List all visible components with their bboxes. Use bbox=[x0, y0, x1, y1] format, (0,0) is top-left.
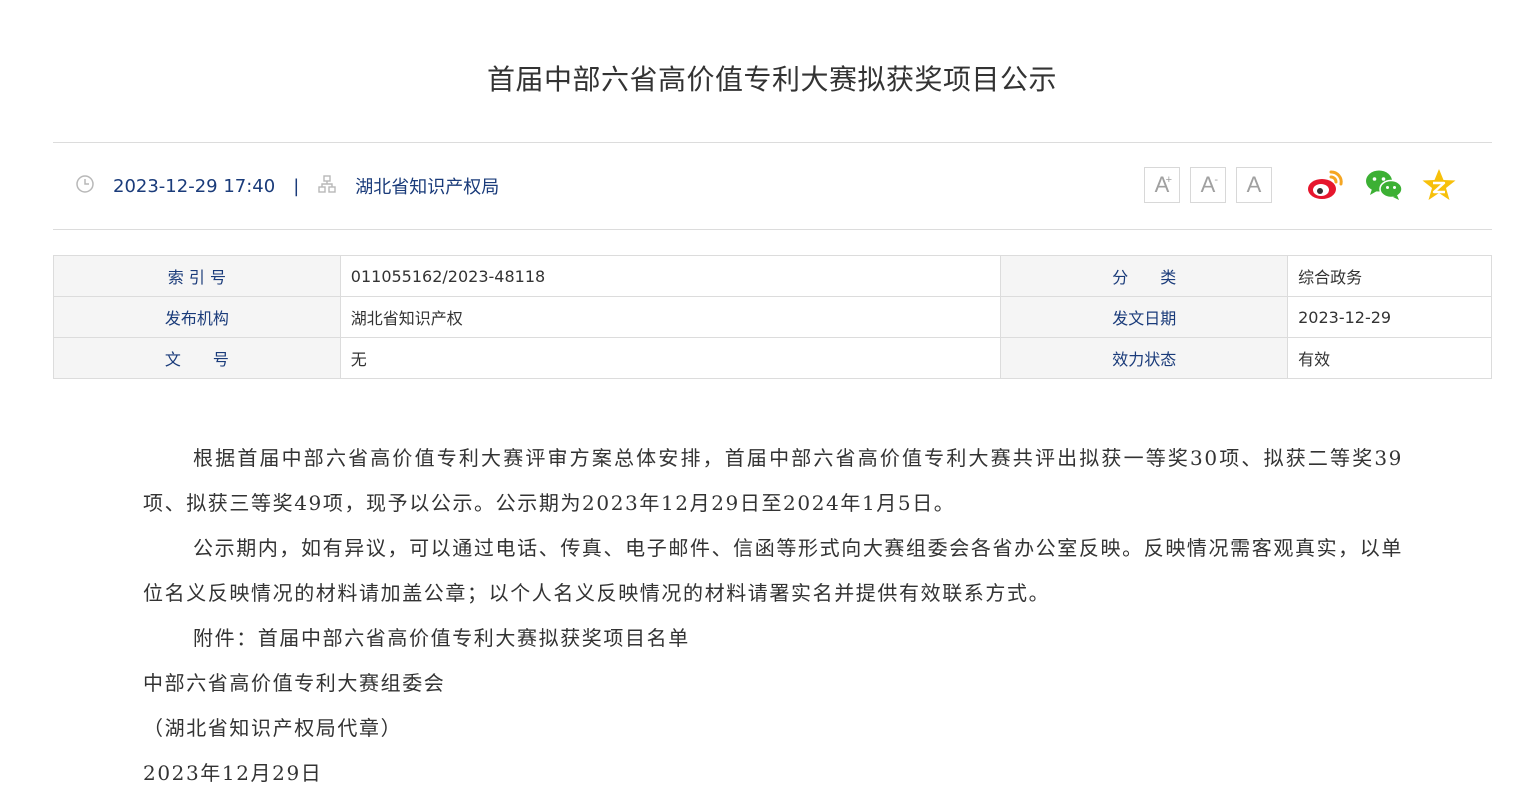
font-reset-label: A bbox=[1246, 172, 1262, 197]
weibo-icon bbox=[1305, 168, 1345, 206]
index-number-value: 011055162/2023-48118 bbox=[339, 255, 1002, 297]
body-paragraph: 公示期内，如有异议，可以通过电话、传真、电子邮件、信函等形式向大赛组委会各省办公… bbox=[143, 536, 1403, 605]
issue-date-label: 发文日期 bbox=[1000, 296, 1289, 338]
publish-source: 湖北省知识产权局 bbox=[355, 177, 500, 198]
category-label: 分 类 bbox=[1000, 255, 1289, 297]
table-row: 发布机构 湖北省知识产权 发文日期 2023-12-29 bbox=[53, 296, 1492, 338]
category-value: 综合政务 bbox=[1287, 255, 1492, 297]
signature-date: 2023年12月29日 bbox=[143, 761, 323, 785]
article-body: 根据首届中部六省高价值专利大赛评审方案总体安排，首届中部六省高价值专利大赛共评出… bbox=[143, 436, 1403, 796]
issuer-value: 湖北省知识产权 bbox=[339, 296, 1002, 338]
doc-number-label: 文 号 bbox=[53, 337, 341, 379]
weibo-share-button[interactable] bbox=[1305, 167, 1345, 207]
attachment-line: 附件：首届中部六省高价值专利大赛拟获奖项目名单 bbox=[193, 626, 690, 650]
font-increase-sup: + bbox=[1165, 174, 1172, 186]
clock-icon bbox=[75, 174, 95, 199]
meta-separator: | bbox=[293, 175, 300, 197]
qzone-share-button[interactable] bbox=[1419, 167, 1459, 207]
validity-value: 有效 bbox=[1287, 337, 1492, 379]
validity-label: 效力状态 bbox=[1000, 337, 1289, 379]
issuer-label: 发布机构 bbox=[53, 296, 341, 338]
signature-note: （湖北省知识产权局代章） bbox=[143, 716, 403, 740]
font-decrease-label: A bbox=[1200, 172, 1216, 197]
signature-org: 中部六省高价值专利大赛组委会 bbox=[143, 671, 446, 695]
index-number-label: 索 引 号 bbox=[53, 255, 341, 297]
meta-bar: 2023-12-29 17:40 | 湖北省知识产权局 A + A- A bbox=[53, 142, 1492, 230]
page-title: 首届中部六省高价值专利大赛拟获奖项目公示 bbox=[486, 63, 1057, 96]
wechat-share-button[interactable] bbox=[1364, 167, 1404, 207]
qzone-icon bbox=[1421, 168, 1457, 206]
table-row: 文 号 无 效力状态 有效 bbox=[53, 337, 1492, 379]
font-increase-button[interactable]: A + bbox=[1144, 167, 1180, 203]
font-size-controls: A + A- A bbox=[1144, 167, 1272, 203]
publish-datetime: 2023-12-29 17:40 bbox=[113, 175, 276, 197]
sitemap-icon bbox=[317, 174, 337, 199]
issue-date-value: 2023-12-29 bbox=[1287, 296, 1492, 338]
font-reset-button[interactable]: A bbox=[1236, 167, 1272, 203]
font-decrease-sup: - bbox=[1214, 174, 1218, 186]
doc-number-value: 无 bbox=[339, 337, 1002, 379]
font-decrease-button[interactable]: A- bbox=[1190, 167, 1226, 203]
signature-block: 中部六省高价值专利大赛组委会 （湖北省知识产权局代章） 2023年12月29日 bbox=[143, 661, 1403, 796]
body-paragraph: 根据首届中部六省高价值专利大赛评审方案总体安排，首届中部六省高价值专利大赛共评出… bbox=[143, 446, 1403, 515]
document-info-table: 索 引 号 011055162/2023-48118 分 类 综合政务 发布机构… bbox=[53, 255, 1492, 379]
meta-info: 2023-12-29 17:40 | 湖北省知识产权局 bbox=[75, 143, 499, 229]
table-row: 索 引 号 011055162/2023-48118 分 类 综合政务 bbox=[53, 255, 1492, 297]
wechat-icon bbox=[1364, 168, 1404, 206]
